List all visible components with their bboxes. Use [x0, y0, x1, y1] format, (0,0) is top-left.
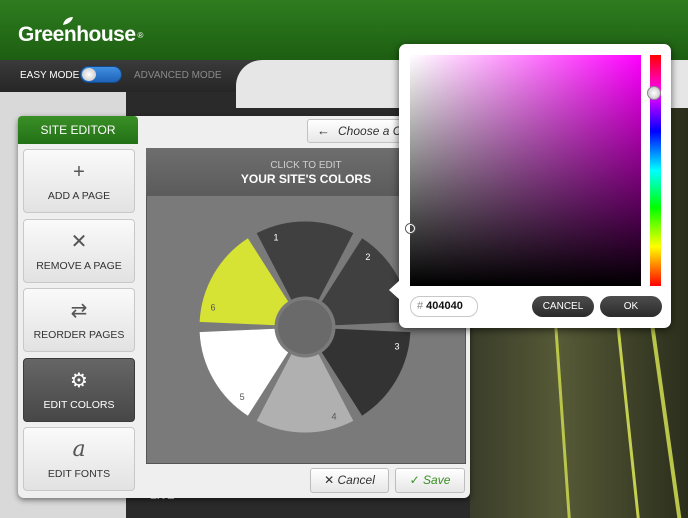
swatch-number-label: 4 [332, 411, 337, 421]
swatch-number-label: 2 [365, 252, 370, 262]
color-wheel: 1 2 3 4 5 6 [198, 220, 412, 434]
font-a-icon: a [72, 437, 86, 462]
menu-item-label: REORDER PAGES [33, 329, 125, 341]
save-button-label: Save [423, 473, 451, 487]
popover-pointer [389, 280, 400, 300]
remove-page-button[interactable]: ✕ REMOVE A PAGE [23, 219, 135, 283]
hue-slider-handle[interactable] [647, 86, 661, 100]
menu-item-label: ADD A PAGE [47, 190, 111, 202]
save-button[interactable]: ✓ Save [395, 468, 465, 493]
plus-icon: + [73, 161, 85, 183]
cancel-button-label: Cancel [337, 473, 375, 487]
swatch-number-label: 3 [394, 342, 399, 352]
hex-prefix: # [417, 300, 424, 312]
menu-item-label: REMOVE A PAGE [36, 260, 122, 272]
cancel-button[interactable]: ✕ Cancel [310, 468, 389, 493]
edit-fonts-button[interactable]: a EDIT FONTS [23, 427, 135, 491]
swatch-number-label: 6 [211, 302, 216, 312]
mode-toggle-knob[interactable] [82, 68, 96, 81]
easy-mode-label[interactable]: EASY MODE [20, 70, 79, 81]
hex-value: 404040 [426, 300, 463, 312]
saturation-value-area[interactable] [410, 55, 641, 286]
color-wheel-center [278, 300, 332, 354]
advanced-mode-label[interactable]: ADVANCED MODE [134, 70, 222, 81]
menu-item-label: EDIT COLORS [43, 399, 115, 411]
picker-ok-button[interactable]: OK [600, 296, 662, 317]
choose-button-label: Choose a Co [338, 124, 407, 138]
swap-arrows-icon: ⇄ [70, 300, 88, 322]
swatch-number-label: 1 [273, 233, 278, 243]
x-icon: ✕ [324, 473, 338, 487]
swatch-number-label: 5 [240, 392, 245, 402]
menu-item-label: EDIT FONTS [47, 468, 111, 480]
edit-colors-button[interactable]: ⚙ EDIT COLORS [23, 358, 135, 422]
logo[interactable]: Greenhouse ® [18, 23, 143, 47]
logo-registered-mark: ® [137, 30, 144, 40]
reorder-pages-button[interactable]: ⇄ REORDER PAGES [23, 288, 135, 352]
saturation-value-cursor[interactable] [406, 224, 415, 233]
logo-text: Greenhouse [18, 23, 136, 46]
gear-icon: ⚙ [70, 370, 88, 392]
hex-color-input[interactable]: #404040 [410, 296, 478, 317]
add-page-button[interactable]: + ADD A PAGE [23, 149, 135, 213]
checkmark-icon: ✓ [409, 473, 424, 487]
x-icon: ✕ [70, 231, 88, 253]
mode-toggle[interactable] [80, 66, 122, 83]
picker-cancel-button[interactable]: CANCEL [532, 296, 594, 317]
arrow-left-icon: ← [317, 123, 330, 138]
site-editor-tab: SITE EDITOR [18, 116, 138, 144]
